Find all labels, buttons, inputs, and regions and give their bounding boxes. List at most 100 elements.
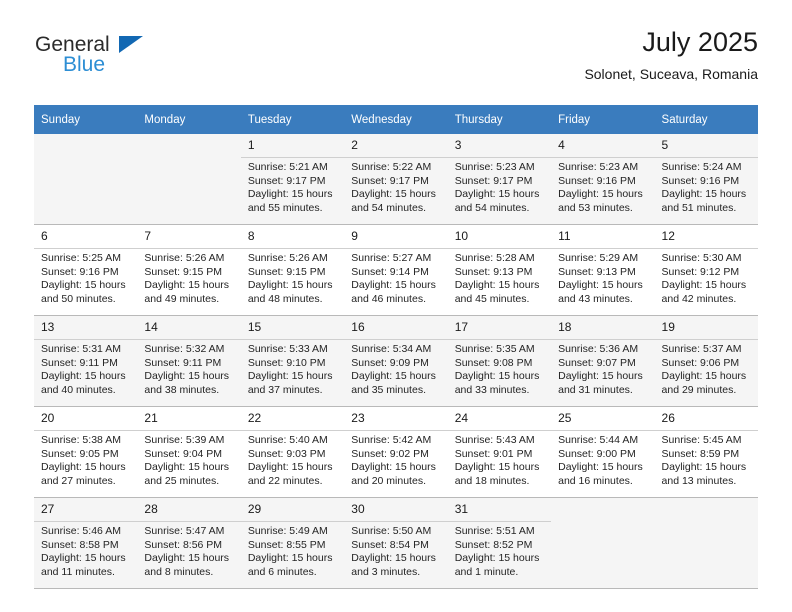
day-cell-inner: 18 Sunrise: 5:36 AM Sunset: 9:07 PM Dayligh… [551, 316, 655, 402]
day-number: 27 [41, 502, 55, 516]
general-blue-logo[interactable]: General Blue [34, 34, 234, 90]
daylight-text-line2: and 55 minutes. [247, 201, 323, 214]
calendar-day-cell[interactable]: 20 Sunrise: 5:38 AM Sunset: 9:05 PM Dayligh… [34, 406, 138, 498]
sun-info: Sunrise: 5:50 AM Sunset: 8:54 PM Daylight:… [351, 525, 440, 579]
day-number: 6 [41, 229, 48, 243]
sunrise-text: Sunrise: 5:49 AM [247, 525, 328, 537]
sunrise-text: Sunrise: 5:30 AM [661, 252, 742, 264]
daylight-text-line1: Daylight: 15 hours [247, 461, 333, 473]
daylight-text-line1: Daylight: 15 hours [41, 552, 126, 564]
weekday-header-row: Sunday Monday Tuesday Wednesday Thursday… [34, 105, 758, 134]
page-subtitle: Solonet, Suceava, Romania [584, 66, 758, 82]
weekday-header-wednesday: Wednesday [344, 105, 448, 134]
calendar-day-cell[interactable]: 8 Sunrise: 5:26 AM Sunset: 9:15 PM Daylight… [240, 224, 345, 316]
daylight-text-line2: and 25 minutes. [144, 474, 220, 487]
calendar-day-cell[interactable]: 1 Sunrise: 5:21 AM Sunset: 9:17 PM Daylight… [240, 134, 345, 225]
calendar-day-cell[interactable]: 6 Sunrise: 5:25 AM Sunset: 9:16 PM Daylight… [34, 224, 138, 316]
calendar-day-cell[interactable]: 26 Sunrise: 5:45 AM Sunset: 8:59 PM Dayligh… [654, 406, 758, 498]
daylight-text-line2: and 50 minutes. [41, 292, 116, 305]
calendar-day-cell[interactable]: 12 Sunrise: 5:30 AM Sunset: 9:12 PM Dayligh… [654, 224, 758, 316]
calendar-day-cell[interactable]: 3 Sunrise: 5:23 AM Sunset: 9:17 PM Daylight… [447, 134, 552, 225]
calendar-day-cell[interactable]: 4 Sunrise: 5:23 AM Sunset: 9:16 PM Daylight… [551, 134, 655, 225]
calendar-day-cell[interactable]: 5 Sunrise: 5:24 AM Sunset: 9:16 PM Daylight… [654, 134, 758, 225]
calendar-day-cell[interactable]: 23 Sunrise: 5:42 AM Sunset: 9:02 PM Dayligh… [344, 406, 448, 498]
calendar-day-cell[interactable]: 13 Sunrise: 5:31 AM Sunset: 9:11 PM Dayligh… [34, 315, 138, 407]
day-number: 28 [144, 502, 158, 516]
day-number: 9 [351, 229, 358, 243]
sunrise-text: Sunrise: 5:36 AM [558, 343, 639, 355]
logo-triangle-icon [119, 36, 143, 53]
sunrise-text: Sunrise: 5:38 AM [41, 434, 121, 446]
calendar-week-row: 20 Sunrise: 5:38 AM Sunset: 9:05 PM Dayligh… [34, 406, 758, 498]
sun-info: Sunrise: 5:27 AM Sunset: 9:14 PM Daylight:… [351, 252, 440, 306]
calendar-day-cell[interactable]: 9 Sunrise: 5:27 AM Sunset: 9:14 PM Daylight… [344, 224, 448, 316]
sunset-text: Sunset: 9:15 PM [247, 265, 326, 278]
calendar-day-cell[interactable]: 28 Sunrise: 5:47 AM Sunset: 8:56 PM Dayligh… [137, 497, 241, 589]
sun-info: Sunrise: 5:40 AM Sunset: 9:03 PM Daylight:… [248, 434, 337, 488]
calendar-day-cell[interactable]: 25 Sunrise: 5:44 AM Sunset: 9:00 PM Dayligh… [551, 406, 655, 498]
weekday-header-sunday: Sunday [34, 105, 138, 134]
title-block: July 2025 Solonet, Suceava, Romania [584, 26, 758, 84]
sunset-text: Sunset: 9:02 PM [351, 447, 429, 460]
sunrise-text: Sunrise: 5:35 AM [454, 343, 535, 355]
sunrise-text: Sunrise: 5:42 AM [351, 434, 432, 446]
calendar-cell-empty [551, 497, 655, 589]
sunrise-text: Sunrise: 5:29 AM [558, 252, 639, 264]
calendar-cell-empty [34, 134, 138, 225]
day-number: 11 [558, 229, 571, 243]
calendar-day-cell[interactable]: 11 Sunrise: 5:29 AM Sunset: 9:13 PM Dayligh… [551, 224, 655, 316]
calendar-day-cell[interactable]: 30 Sunrise: 5:50 AM Sunset: 8:54 PM Dayligh… [344, 497, 448, 589]
sun-info: Sunrise: 5:46 AM Sunset: 8:58 PM Daylight:… [41, 525, 130, 579]
calendar-day-cell[interactable]: 19 Sunrise: 5:37 AM Sunset: 9:06 PM Dayligh… [654, 315, 758, 407]
sun-info: Sunrise: 5:45 AM Sunset: 8:59 PM Daylight:… [662, 434, 751, 488]
day-number-divider [344, 157, 448, 158]
calendar-day-cell[interactable]: 27 Sunrise: 5:46 AM Sunset: 8:58 PM Dayligh… [34, 497, 138, 589]
calendar-day-cell[interactable]: 10 Sunrise: 5:28 AM Sunset: 9:13 PM Dayligh… [447, 224, 552, 316]
calendar-day-cell[interactable]: 7 Sunrise: 5:26 AM Sunset: 9:15 PM Daylight… [137, 224, 241, 316]
sunrise-text: Sunrise: 5:51 AM [454, 525, 535, 537]
sunrise-text: Sunrise: 5:21 AM [247, 161, 328, 173]
day-cell-inner: 31 Sunrise: 5:51 AM Sunset: 8:52 PM Dayligh… [447, 498, 552, 584]
calendar-day-cell[interactable]: 2 Sunrise: 5:22 AM Sunset: 9:17 PM Daylight… [344, 134, 448, 225]
day-cell-inner: 28 Sunrise: 5:47 AM Sunset: 8:56 PM Dayligh… [137, 498, 241, 584]
calendar-day-cell[interactable]: 21 Sunrise: 5:39 AM Sunset: 9:04 PM Dayligh… [137, 406, 241, 498]
day-number: 13 [41, 320, 55, 334]
daylight-text-line1: Daylight: 15 hours [144, 461, 230, 473]
sunrise-text: Sunrise: 5:27 AM [351, 252, 432, 264]
daylight-text-line2: and 1 minute. [454, 565, 519, 578]
calendar-day-cell[interactable]: 17 Sunrise: 5:35 AM Sunset: 9:08 PM Dayligh… [447, 315, 552, 407]
calendar-day-cell[interactable]: 22 Sunrise: 5:40 AM Sunset: 9:03 PM Dayligh… [240, 406, 345, 498]
day-number-divider [344, 248, 448, 249]
day-number-divider [447, 339, 552, 340]
day-number [144, 138, 233, 153]
calendar-day-cell[interactable]: 16 Sunrise: 5:34 AM Sunset: 9:09 PM Dayligh… [344, 315, 448, 407]
daylight-text-line2: and 16 minutes. [558, 474, 633, 487]
day-number-divider [447, 157, 552, 158]
day-number: 8 [247, 229, 255, 243]
calendar-week-row: 27 Sunrise: 5:46 AM Sunset: 8:58 PM Dayligh… [34, 497, 758, 589]
calendar-day-cell[interactable]: 18 Sunrise: 5:36 AM Sunset: 9:07 PM Dayligh… [551, 315, 655, 407]
sunset-text: Sunset: 8:54 PM [351, 538, 429, 551]
calendar-day-cell[interactable]: 24 Sunrise: 5:43 AM Sunset: 9:01 PM Dayligh… [447, 406, 552, 498]
daylight-text-line1: Daylight: 15 hours [351, 552, 436, 564]
sunset-text: Sunset: 9:10 PM [247, 356, 326, 369]
day-cell-inner: 21 Sunrise: 5:39 AM Sunset: 9:04 PM Dayligh… [137, 407, 241, 493]
calendar-day-cell[interactable]: 29 Sunrise: 5:49 AM Sunset: 8:55 PM Dayligh… [240, 497, 345, 589]
calendar-day-cell[interactable]: 15 Sunrise: 5:33 AM Sunset: 9:10 PM Dayligh… [240, 315, 345, 407]
sun-info: Sunrise: 5:33 AM Sunset: 9:10 PM Daylight:… [248, 343, 337, 397]
day-number: 2 [351, 138, 358, 152]
sunset-text: Sunset: 9:16 PM [41, 265, 119, 278]
daylight-text-line1: Daylight: 15 hours [454, 279, 540, 291]
daylight-text-line2: and 40 minutes. [41, 383, 116, 396]
daylight-text-line2: and 20 minutes. [351, 474, 426, 487]
day-cell-inner: 7 Sunrise: 5:26 AM Sunset: 9:15 PM Daylight… [137, 225, 241, 311]
sunset-text: Sunset: 8:55 PM [247, 538, 326, 551]
sunrise-text: Sunrise: 5:45 AM [661, 434, 742, 446]
daylight-text-line1: Daylight: 15 hours [144, 370, 230, 382]
sunrise-text: Sunrise: 5:43 AM [454, 434, 535, 446]
calendar-day-cell[interactable]: 14 Sunrise: 5:32 AM Sunset: 9:11 PM Dayligh… [137, 315, 241, 407]
sun-info: Sunrise: 5:43 AM Sunset: 9:01 PM Daylight:… [455, 434, 544, 488]
sunset-text: Sunset: 9:17 PM [247, 174, 326, 187]
day-number: 18 [558, 320, 572, 334]
calendar-day-cell[interactable]: 31 Sunrise: 5:51 AM Sunset: 8:52 PM Dayligh… [447, 497, 552, 589]
